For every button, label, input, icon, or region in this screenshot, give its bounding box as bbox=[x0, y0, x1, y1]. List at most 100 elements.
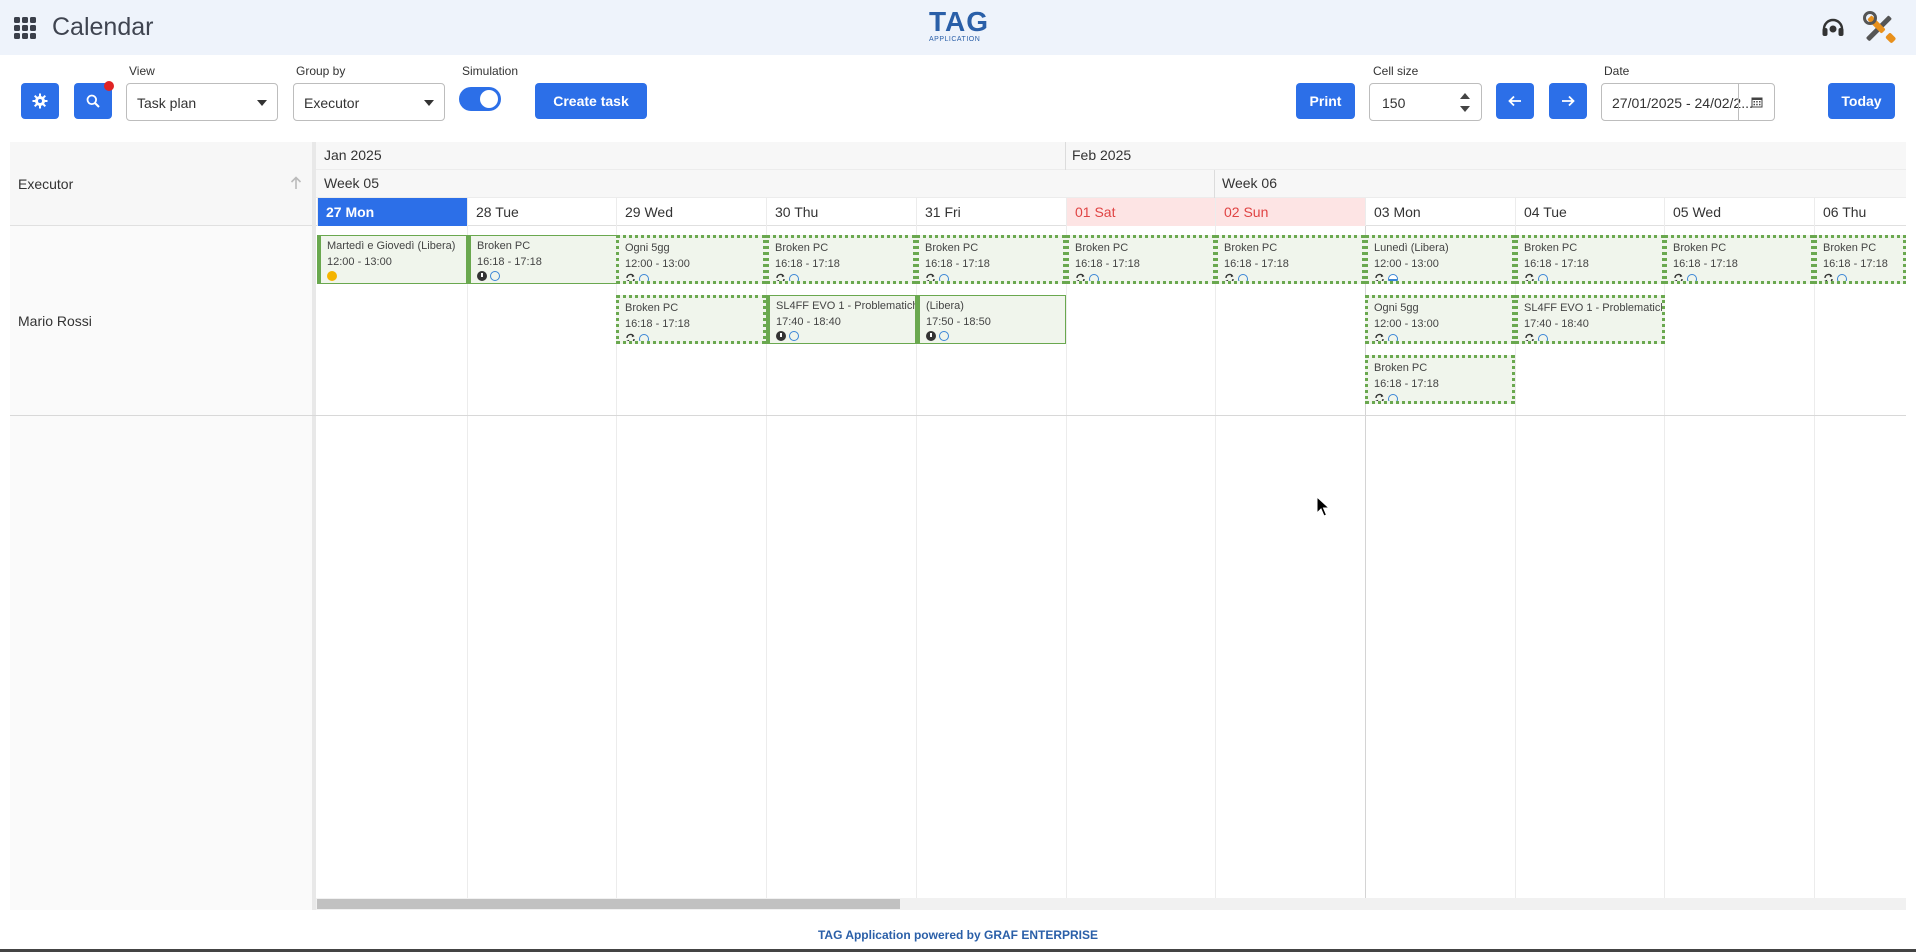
event-icons bbox=[327, 271, 460, 281]
event-time: 16:18 - 17:18 bbox=[1823, 258, 1888, 270]
next-button[interactable] bbox=[1549, 83, 1587, 119]
clock-icon bbox=[477, 271, 487, 281]
day-header-02-sun[interactable]: 02 Sun bbox=[1215, 198, 1365, 226]
task-event[interactable]: Broken PC 16:18 - 17:18 bbox=[1215, 235, 1365, 284]
event-title: (Libera) bbox=[926, 300, 964, 312]
day-column-line bbox=[1066, 226, 1067, 898]
repeat-icon bbox=[1075, 273, 1086, 281]
status-circle-icon bbox=[1837, 273, 1847, 281]
event-icons bbox=[1224, 273, 1356, 281]
footer-text: TAG Application powered by GRAF ENTERPRI… bbox=[817, 928, 1099, 942]
status-circle-icon bbox=[1089, 273, 1099, 281]
date-range-field[interactable]: 27/01/2025 - 24/02/2... bbox=[1601, 83, 1775, 121]
status-circle-icon bbox=[639, 333, 649, 341]
event-time: 16:18 - 17:18 bbox=[1374, 378, 1439, 390]
status-circle-icon bbox=[1238, 273, 1248, 281]
day-column-line bbox=[1814, 226, 1815, 898]
apps-grid-icon[interactable] bbox=[14, 17, 36, 39]
sort-arrow-icon[interactable] bbox=[289, 175, 303, 191]
view-select[interactable]: Task plan bbox=[126, 83, 278, 121]
tools-icon[interactable] bbox=[1862, 10, 1898, 46]
create-task-button[interactable]: Create task bbox=[535, 83, 647, 119]
task-event[interactable]: Broken PC 16:18 - 17:18 bbox=[467, 235, 617, 284]
repeat-icon bbox=[1224, 273, 1235, 281]
task-event[interactable]: Ogni 5gg 12:00 - 13:00 bbox=[616, 235, 766, 284]
event-icons bbox=[775, 273, 907, 281]
repeat-icon bbox=[1374, 273, 1385, 281]
event-title: Broken PC bbox=[775, 242, 829, 254]
event-icons bbox=[1374, 393, 1506, 401]
month-divider bbox=[1065, 142, 1066, 170]
day-column-line bbox=[1215, 226, 1216, 898]
task-event[interactable]: Broken PC 16:18 - 17:18 bbox=[1365, 355, 1515, 404]
print-button[interactable]: Print bbox=[1296, 83, 1355, 119]
notification-dot bbox=[104, 81, 114, 91]
date-label: Date bbox=[1604, 64, 1630, 78]
day-header-01-sat[interactable]: 01 Sat bbox=[1066, 198, 1216, 226]
column-divider[interactable] bbox=[312, 142, 316, 910]
repeat-icon bbox=[1823, 273, 1834, 281]
repeat-icon bbox=[1374, 393, 1385, 401]
event-time: 16:18 - 17:18 bbox=[1524, 258, 1589, 270]
calendar-icon[interactable] bbox=[1738, 84, 1774, 120]
increment-icon[interactable] bbox=[1460, 93, 1470, 99]
task-event[interactable]: Ogni 5gg 12:00 - 13:00 bbox=[1365, 295, 1515, 344]
day-header-04-tue[interactable]: 04 Tue bbox=[1515, 198, 1665, 226]
event-title: Broken PC bbox=[925, 242, 979, 254]
day-header-28-tue[interactable]: 28 Tue bbox=[467, 198, 617, 226]
view-label: View bbox=[129, 64, 155, 78]
day-header-27-mon[interactable]: 27 Mon bbox=[317, 198, 467, 226]
task-event[interactable]: Lunedì (Libera) 12:00 - 13:00 bbox=[1365, 235, 1515, 284]
event-title: Broken PC bbox=[1374, 362, 1428, 374]
tag-logo: TAG APPLICATION bbox=[929, 6, 990, 44]
cell-size-label: Cell size bbox=[1373, 64, 1419, 78]
task-event[interactable]: Broken PC 16:18 - 17:18 bbox=[1066, 235, 1216, 284]
event-time: 12:00 - 13:00 bbox=[1374, 258, 1439, 270]
day-header-05-wed[interactable]: 05 Wed bbox=[1664, 198, 1814, 226]
task-event[interactable]: (Libera) 17:50 - 18:50 bbox=[916, 295, 1066, 344]
event-title: SL4FF EVO 1 - Problematich bbox=[776, 300, 916, 312]
chevron-down-icon bbox=[424, 100, 434, 106]
previous-button[interactable] bbox=[1496, 83, 1534, 119]
day-header-30-thu[interactable]: 30 Thu bbox=[766, 198, 916, 226]
day-header-29-wed[interactable]: 29 Wed bbox=[616, 198, 766, 226]
task-event[interactable]: Broken PC 16:18 - 17:18 bbox=[1515, 235, 1665, 284]
month-label: Feb 2025 bbox=[1072, 147, 1132, 163]
event-title: Broken PC bbox=[477, 240, 531, 252]
task-event[interactable]: Broken PC 16:18 - 17:18 bbox=[616, 295, 766, 344]
horizontal-scrollbar[interactable] bbox=[316, 898, 1906, 910]
status-circle-icon bbox=[1388, 333, 1398, 341]
status-yellow-icon bbox=[327, 271, 337, 281]
task-event[interactable]: Martedì e Giovedì (Libera) 12:00 - 13:00 bbox=[317, 235, 467, 284]
scrollbar-thumb[interactable] bbox=[317, 899, 900, 909]
event-icons bbox=[1823, 273, 1897, 281]
today-button[interactable]: Today bbox=[1828, 83, 1895, 119]
top-bar: Calendar TAG APPLICATION bbox=[0, 0, 1916, 55]
event-time: 17:40 - 18:40 bbox=[776, 316, 841, 328]
day-header-06-thu[interactable]: 06 Thu bbox=[1814, 198, 1906, 226]
task-event[interactable]: Broken PC 16:18 - 17:18 bbox=[766, 235, 916, 284]
event-title: Martedì e Giovedì (Libera) bbox=[327, 240, 456, 252]
row-divider bbox=[10, 415, 1906, 416]
decrement-icon[interactable] bbox=[1460, 106, 1470, 112]
chevron-down-icon bbox=[257, 100, 267, 106]
task-event[interactable]: SL4FF EVO 1 - Problematich 17:40 - 18:40 bbox=[1515, 295, 1665, 344]
day-header-31-fri[interactable]: 31 Fri bbox=[916, 198, 1066, 226]
task-event[interactable]: SL4FF EVO 1 - Problematich 17:40 - 18:40 bbox=[766, 295, 916, 344]
event-time: 17:50 - 18:50 bbox=[926, 316, 991, 328]
repeat-icon bbox=[1524, 273, 1535, 281]
repeat-icon bbox=[775, 273, 786, 281]
task-event[interactable]: Broken PC 16:18 - 17:18 bbox=[916, 235, 1066, 284]
status-circle-icon bbox=[1538, 273, 1548, 281]
settings-button[interactable] bbox=[21, 83, 59, 119]
cell-size-stepper[interactable]: 150 bbox=[1369, 83, 1482, 121]
event-icons bbox=[925, 273, 1057, 281]
event-icons bbox=[1524, 273, 1656, 281]
task-event[interactable]: Broken PC 16:18 - 17:18 bbox=[1814, 235, 1906, 284]
day-header-03-mon[interactable]: 03 Mon bbox=[1365, 198, 1515, 226]
headset-icon[interactable] bbox=[1819, 14, 1847, 42]
simulation-toggle[interactable] bbox=[459, 87, 501, 111]
event-time: 12:00 - 13:00 bbox=[625, 258, 690, 270]
group-by-select[interactable]: Executor bbox=[293, 83, 445, 121]
task-event[interactable]: Broken PC 16:18 - 17:18 bbox=[1664, 235, 1814, 284]
